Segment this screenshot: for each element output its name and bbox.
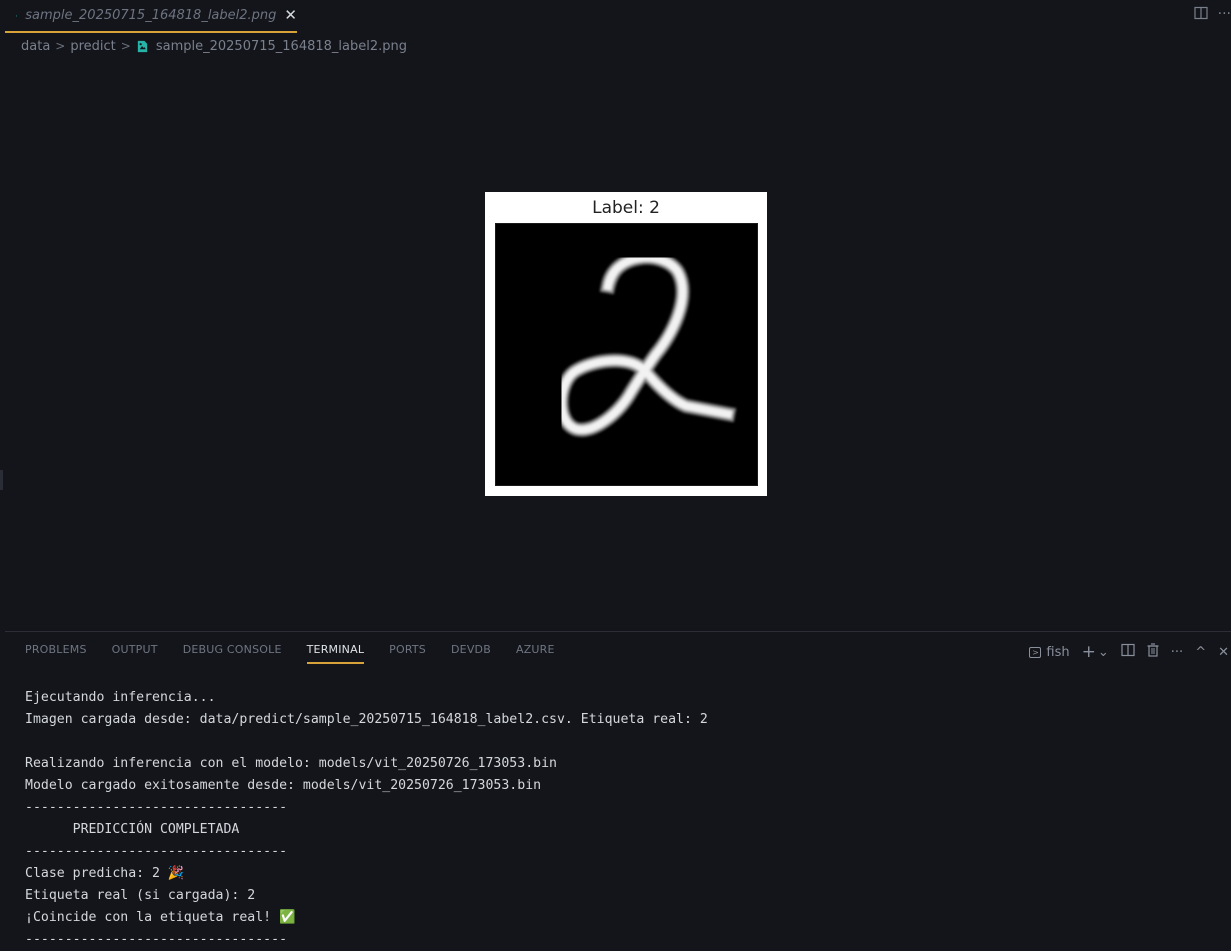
close-panel-icon[interactable]: ✕	[1218, 645, 1229, 660]
breadcrumb: data > predict > sample_20250715_164818_…	[21, 37, 407, 55]
terminal-output[interactable]: Ejecutando inferencia... Imagen cargada …	[25, 687, 1215, 951]
bottom-panel: PROBLEMS OUTPUT DEBUG CONSOLE TERMINAL P…	[5, 631, 1231, 942]
editor-tab-bar: sample_20250715_164818_label2.png ✕ ···	[0, 0, 1231, 34]
terminal-shell-selector[interactable]: > fish	[1029, 645, 1069, 660]
maximize-panel-icon[interactable]: ^	[1195, 645, 1206, 660]
tab-problems[interactable]: PROBLEMS	[25, 632, 87, 664]
chevron-down-icon[interactable]: ⌄	[1098, 645, 1109, 660]
close-tab-icon[interactable]: ✕	[284, 8, 297, 23]
tab-terminal[interactable]: TERMINAL	[307, 632, 365, 664]
panel-tabs: PROBLEMS OUTPUT DEBUG CONSOLE TERMINAL P…	[25, 632, 580, 664]
terminal-line: ---------------------------------	[25, 929, 1215, 951]
image-file-icon	[16, 9, 17, 23]
tab-devdb[interactable]: DEVDB	[451, 632, 491, 664]
editor-tab[interactable]: sample_20250715_164818_label2.png ✕	[5, 0, 297, 33]
terminal-line: Imagen cargada desde: data/predict/sampl…	[25, 709, 1215, 731]
tab-title: sample_20250715_164818_label2.png	[25, 8, 276, 23]
terminal-line: PREDICCIÓN COMPLETADA	[25, 819, 1215, 841]
terminal-line: ¡Coincide con la etiqueta real! ✅	[25, 907, 1215, 929]
more-actions-icon[interactable]: ···	[1218, 6, 1231, 24]
sash-handle[interactable]	[0, 470, 3, 490]
breadcrumb-item-file[interactable]: sample_20250715_164818_label2.png	[156, 39, 407, 54]
tab-output[interactable]: OUTPUT	[112, 632, 158, 664]
tab-azure[interactable]: AZURE	[516, 632, 555, 664]
split-editor-icon[interactable]	[1194, 6, 1208, 24]
split-terminal-icon[interactable]	[1121, 643, 1135, 661]
image-preview: Label: 2	[485, 192, 767, 496]
terminal-line	[25, 731, 1215, 753]
tab-ports[interactable]: PORTS	[389, 632, 426, 664]
terminal-line: Ejecutando inferencia...	[25, 687, 1215, 709]
terminal-line: Realizando inferencia con el modelo: mod…	[25, 753, 1215, 775]
terminal-icon: >	[1029, 647, 1041, 658]
more-actions-icon[interactable]: ···	[1171, 645, 1183, 660]
terminal-line: Modelo cargado exitosamente desde: model…	[25, 775, 1215, 797]
new-terminal-icon[interactable]: +	[1082, 642, 1096, 662]
breadcrumb-item-data[interactable]: data	[21, 39, 50, 54]
shell-name: fish	[1046, 645, 1069, 660]
tab-debug-console[interactable]: DEBUG CONSOLE	[183, 632, 282, 664]
breadcrumb-separator: >	[121, 39, 131, 53]
breadcrumb-separator: >	[55, 39, 65, 53]
digit-image	[495, 223, 758, 486]
trash-icon[interactable]	[1147, 643, 1159, 661]
terminal-line: ---------------------------------	[25, 841, 1215, 863]
terminal-line: Clase predicha: 2 🎉	[25, 863, 1215, 885]
terminal-line: Etiqueta real (si cargada): 2	[25, 885, 1215, 907]
image-caption: Label: 2	[485, 198, 767, 218]
terminal-line: ---------------------------------	[25, 797, 1215, 819]
breadcrumb-item-predict[interactable]: predict	[70, 39, 115, 54]
image-file-icon	[136, 40, 149, 53]
